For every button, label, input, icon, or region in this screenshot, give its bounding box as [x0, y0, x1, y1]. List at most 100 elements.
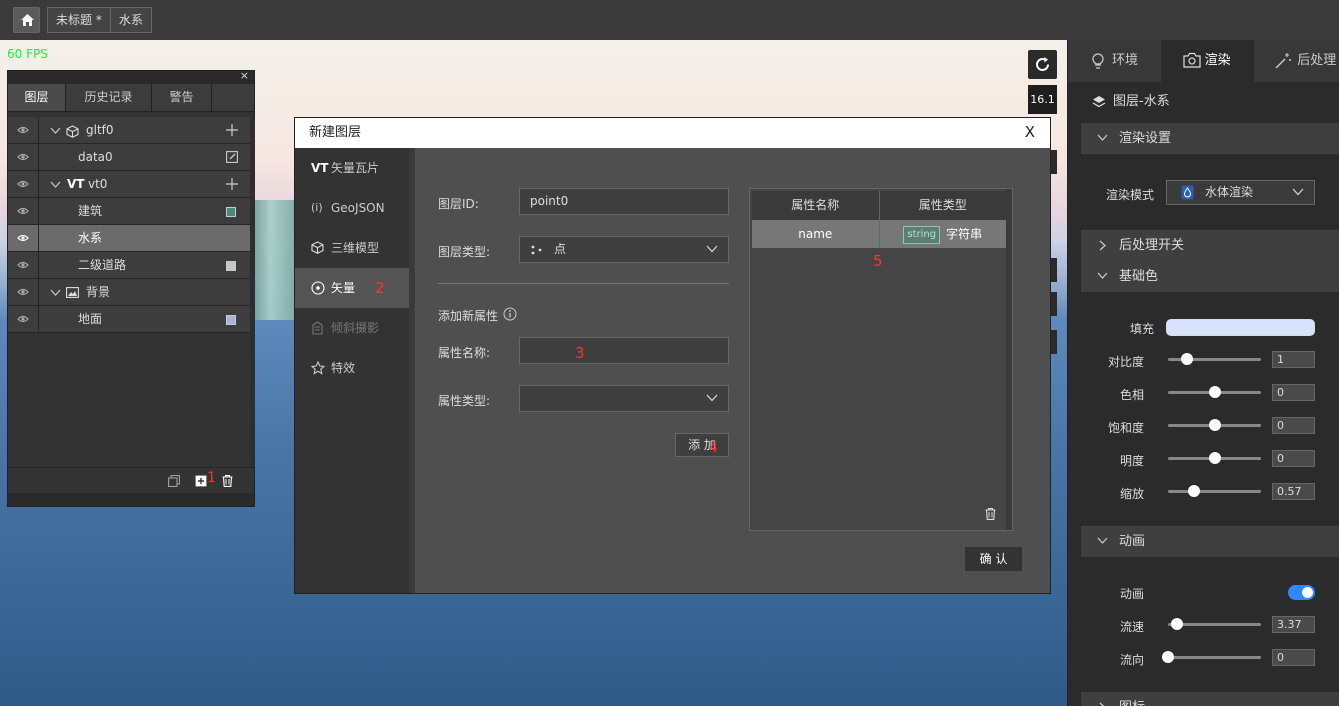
layer-row-gltf0[interactable]: gltf0	[8, 117, 250, 144]
visibility-toggle[interactable]	[8, 279, 39, 306]
visibility-toggle[interactable]	[8, 117, 39, 144]
layers-panel-resize[interactable]	[8, 493, 254, 506]
animation-label: 动画	[1119, 587, 1144, 601]
chevron-down-icon	[1292, 188, 1304, 196]
contrast-value[interactable]: 1	[1272, 351, 1315, 368]
menu-item-vector-tiles[interactable]: VT 矢量瓦片	[295, 148, 409, 188]
tab-warnings[interactable]: 警告	[152, 84, 212, 111]
duplicate-icon[interactable]	[168, 475, 180, 487]
menu-item-effects[interactable]: 特效	[295, 348, 409, 388]
layer-row-data0[interactable]: data0	[8, 144, 250, 171]
tab-history[interactable]: 历史记录	[66, 84, 152, 111]
layer-row-vt0[interactable]: VT vt0	[8, 171, 250, 198]
layer-row-water[interactable]: 水系	[8, 225, 250, 252]
layer-row-secondary-road[interactable]: 二级道路	[8, 252, 250, 279]
info-icon[interactable]	[503, 307, 517, 321]
add-icon[interactable]	[226, 178, 238, 190]
animation-toggle[interactable]	[1288, 585, 1315, 600]
image-icon	[66, 287, 79, 298]
dialog-divider	[409, 148, 415, 593]
hue-slider[interactable]	[1168, 386, 1261, 398]
breadcrumb-project[interactable]: 未标题 *	[48, 8, 110, 32]
menu-item-geojson[interactable]: (i) GeoJSON	[295, 188, 409, 228]
slider-knob[interactable]	[1162, 651, 1174, 663]
visibility-toggle[interactable]	[8, 306, 39, 333]
visibility-toggle[interactable]	[8, 171, 39, 198]
chevron-down-icon[interactable]	[50, 287, 61, 298]
layer-color-swatch[interactable]	[226, 315, 236, 325]
brightness-value[interactable]: 0	[1272, 450, 1315, 467]
menu-item-3d-model[interactable]: 三维模型	[295, 228, 409, 268]
water-drop-icon	[1181, 185, 1194, 200]
section-render-settings[interactable]: 渲染设置	[1081, 123, 1339, 154]
layer-tree: gltf0 data0 VT vt0 建筑 水系 二级道路 背景 地面	[8, 117, 250, 333]
chevron-down-icon[interactable]	[50, 125, 61, 136]
confirm-button[interactable]: 确 认	[965, 547, 1022, 571]
tab-render[interactable]: 渲染	[1160, 40, 1255, 82]
dialog-close-button[interactable]: X	[1025, 118, 1035, 147]
edit-icon[interactable]	[226, 151, 238, 163]
add-attribute-button[interactable]: 添 加	[675, 433, 729, 457]
chevron-right-icon	[1099, 240, 1106, 251]
saturation-slider[interactable]	[1168, 419, 1261, 431]
slider-knob[interactable]	[1180, 353, 1193, 365]
tab-layers[interactable]: 图层	[8, 84, 66, 111]
slider-knob[interactable]	[1171, 618, 1184, 630]
slider-knob[interactable]	[1208, 419, 1221, 431]
visibility-toggle[interactable]	[8, 198, 39, 225]
dialog-title: 新建图层	[309, 125, 362, 140]
brightness-slider[interactable]	[1168, 452, 1261, 464]
lightbulb-icon	[1092, 53, 1104, 69]
chevron-down-icon	[1097, 537, 1108, 544]
flow-direction-slider[interactable]	[1162, 651, 1261, 663]
slider-knob[interactable]	[1208, 386, 1221, 398]
render-mode-select[interactable]: 水体渲染	[1166, 180, 1315, 205]
attribute-name-input[interactable]	[519, 337, 729, 364]
layer-tree-scrollbar[interactable]	[250, 117, 255, 467]
layers-panel: × 图层 历史记录 警告 gltf0 data0 VT vt0 建筑 水系 二级…	[7, 69, 255, 507]
scale-value[interactable]: 0.57	[1272, 483, 1315, 500]
scale-slider[interactable]	[1168, 485, 1261, 497]
trash-icon[interactable]	[222, 475, 233, 487]
layer-label: 地面	[78, 312, 103, 326]
layer-color-swatch[interactable]	[226, 261, 236, 271]
visibility-toggle[interactable]	[8, 225, 39, 252]
slider-knob[interactable]	[1208, 452, 1221, 464]
add-icon[interactable]	[226, 124, 238, 136]
layer-row-background[interactable]: 背景	[8, 279, 250, 306]
building-icon	[312, 321, 323, 335]
layer-row-buildings[interactable]: 建筑	[8, 198, 250, 225]
layers-panel-close-button[interactable]: ×	[240, 69, 249, 82]
flow-speed-slider[interactable]	[1168, 618, 1261, 630]
trash-icon[interactable]	[985, 508, 996, 520]
tab-post-process[interactable]: 后处理	[1254, 40, 1339, 82]
tab-environment[interactable]: 环境	[1068, 40, 1161, 82]
layer-id-input[interactable]: point0	[519, 188, 729, 215]
layer-type-select[interactable]: 点	[519, 236, 729, 263]
layer-row-ground[interactable]: 地面	[8, 306, 250, 333]
hue-value[interactable]: 0	[1272, 384, 1315, 401]
breadcrumb-layer[interactable]: 水系	[109, 8, 151, 32]
menu-item-vector[interactable]: 矢量 2	[295, 268, 409, 308]
new-layer-icon[interactable]	[195, 475, 207, 487]
flow-direction-value[interactable]: 0	[1272, 649, 1315, 666]
slider-knob[interactable]	[1188, 485, 1201, 497]
flow-speed-value[interactable]: 3.37	[1272, 616, 1315, 633]
section-post-process-switch[interactable]: 后处理开关	[1081, 230, 1339, 261]
chevron-down-icon[interactable]	[50, 179, 61, 190]
table-row[interactable]: name string 字符串	[752, 220, 1006, 248]
fill-color-picker[interactable]	[1166, 319, 1315, 336]
attribute-table-scrollbar[interactable]	[1006, 189, 1012, 530]
attribute-type-select[interactable]	[519, 385, 729, 412]
reset-view-button[interactable]	[1028, 50, 1057, 79]
visibility-toggle[interactable]	[8, 252, 39, 279]
layer-type-menu: VT 矢量瓦片 (i) GeoJSON 三维模型 矢量 2 倾斜摄影 特效	[295, 148, 409, 593]
saturation-value[interactable]: 0	[1272, 417, 1315, 434]
contrast-slider[interactable]	[1168, 353, 1261, 365]
layer-color-swatch[interactable]	[226, 207, 236, 217]
home-button[interactable]	[13, 7, 40, 33]
section-animation[interactable]: 动画	[1081, 526, 1339, 557]
section-base-color[interactable]: 基础色	[1081, 261, 1339, 292]
section-icon[interactable]: 图标	[1081, 692, 1339, 706]
visibility-toggle[interactable]	[8, 144, 39, 171]
